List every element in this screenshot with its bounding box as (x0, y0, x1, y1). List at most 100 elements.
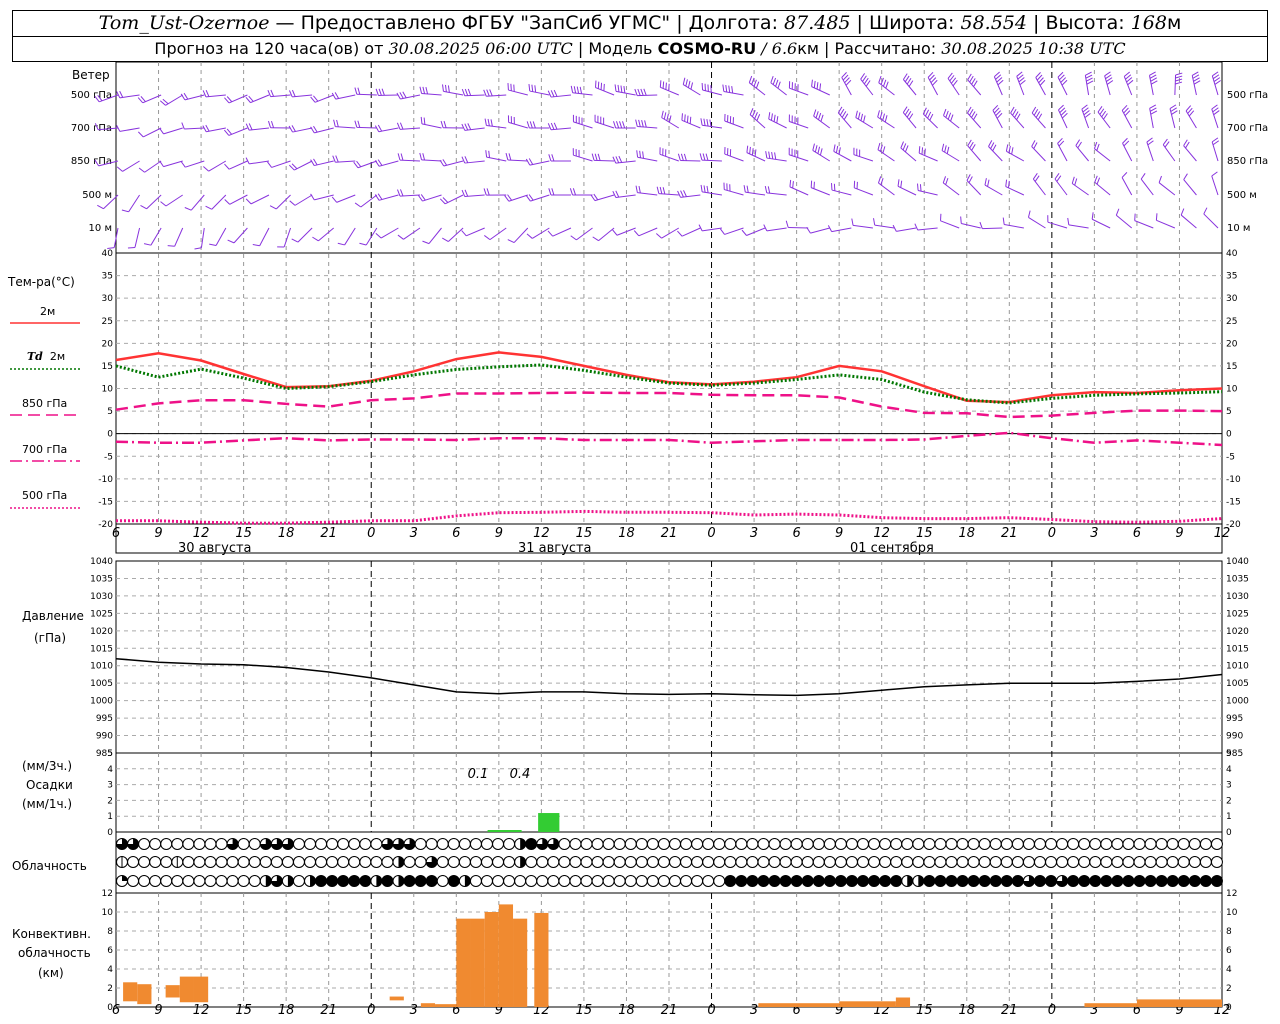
wind-barb-feather (245, 198, 252, 205)
cloud-symbol (403, 875, 416, 887)
cloud-symbol (746, 838, 759, 850)
cloud-circle (713, 838, 726, 850)
wind-barb (1158, 175, 1176, 196)
cloud-symbol (978, 875, 991, 887)
wind-barb (1005, 179, 1025, 196)
wind-barb (853, 180, 874, 196)
wind-barb (461, 88, 485, 97)
cloud-symbol (1067, 875, 1080, 887)
xtick-temp: 9 (495, 526, 503, 541)
xtick-temp: 0 (367, 526, 375, 541)
cloud-symbol (436, 838, 449, 850)
wind-barb (526, 227, 550, 239)
wind-barb-feather (267, 161, 273, 168)
cloud-symbol (868, 875, 881, 887)
cloud-symbol (635, 875, 648, 887)
wind-barb (354, 120, 377, 129)
wind-barb-feather (643, 88, 647, 96)
xtick-temp: 9 (1175, 526, 1183, 541)
wind-barb (902, 106, 917, 129)
wind-barb (397, 153, 420, 162)
wind-barb-feather (335, 155, 339, 163)
wind-barb-feather (637, 88, 641, 96)
wind-barb (748, 75, 766, 96)
wind-barb-staff (1180, 214, 1197, 229)
wind-barb (1211, 137, 1220, 162)
wind-barb-feather (1086, 80, 1094, 85)
cloud-symbol (1188, 875, 1201, 887)
cloud-symbol (116, 875, 128, 887)
wind-barb-feather (464, 189, 469, 197)
cloud-circle (1078, 838, 1091, 850)
wind-barb-feather (879, 111, 883, 119)
cloud-symbol (480, 838, 493, 850)
cloud-circle (215, 856, 228, 868)
xtick-temp: 21 (661, 526, 678, 541)
temp-tick-left: -10 (98, 475, 113, 485)
conv-bar (498, 904, 514, 1007)
cloud-symbol (315, 875, 328, 887)
conv-bar (839, 1001, 896, 1007)
wind-barb-feather (400, 189, 404, 197)
cloud-symbol (1078, 875, 1091, 887)
wind-barb (375, 88, 399, 96)
wind-barb (245, 94, 270, 104)
wind-barb-feather (1211, 137, 1219, 143)
cloud-circle (746, 838, 759, 850)
cloud-circle (1122, 856, 1135, 868)
cloud-symbol (812, 838, 825, 850)
temp-tick-right: 0 (1226, 430, 1232, 440)
legend-t700: 700 гПа (22, 443, 68, 456)
wind-barb-feather (837, 106, 843, 114)
temp-tick-right: 5 (1226, 407, 1232, 417)
wind-barb (677, 227, 701, 237)
cloud-circle (868, 856, 881, 868)
wind-barb-staff (190, 194, 205, 211)
xtick-temp: 0 (707, 526, 715, 541)
wind-barb-feather (706, 185, 709, 193)
wind-barb-feather (929, 113, 934, 121)
precip-tick-right: 3 (1226, 781, 1232, 791)
pressure-tick-right: 1040 (1226, 557, 1249, 567)
wind-barb-staff (297, 227, 313, 243)
wind-barb (1140, 173, 1154, 196)
cloud-label: Облачность (12, 859, 87, 873)
wind-barb-feather (551, 154, 555, 162)
cloud-symbol (226, 856, 239, 868)
wind-barb-staff (940, 220, 960, 229)
cloud-symbol (857, 875, 870, 887)
cloud-symbol (281, 856, 294, 868)
wind-barb-feather (833, 144, 836, 152)
cloud-symbol (779, 856, 792, 868)
cloud-circle (768, 838, 781, 850)
wind-barb-feather (973, 80, 978, 87)
pressure-tick-left: 1005 (90, 679, 113, 689)
wind-barb (741, 227, 766, 236)
wind-barb (1093, 141, 1111, 162)
cloud-circle (779, 838, 792, 850)
cloud-symbol (1199, 856, 1212, 868)
temp-tick-left: 25 (102, 317, 113, 327)
wind-barb-feather (1212, 74, 1220, 80)
wind-barb-feather (775, 79, 779, 87)
wind-barb-feather (771, 151, 774, 160)
cloud-symbol (845, 838, 858, 850)
wind-barb (1155, 213, 1176, 229)
wind-barb (267, 89, 291, 98)
wind-barb (967, 73, 982, 96)
cloud-symbol (591, 875, 604, 887)
wind-barb-feather (1103, 113, 1108, 120)
cloud-symbol (492, 875, 505, 887)
cloud-symbol (348, 838, 361, 850)
cloud-symbol (536, 856, 549, 868)
cloud-circle (436, 838, 449, 850)
wind-barb-feather (357, 120, 361, 128)
cloud-symbol (834, 856, 847, 868)
wind-barb (960, 216, 981, 229)
cloud-circle (1000, 856, 1013, 868)
wind-barb-feather (528, 194, 534, 201)
wind-barb-feather (1203, 207, 1208, 215)
wind-barb (245, 123, 270, 131)
cloud-symbol (326, 838, 339, 850)
cloud-symbol (226, 875, 239, 887)
